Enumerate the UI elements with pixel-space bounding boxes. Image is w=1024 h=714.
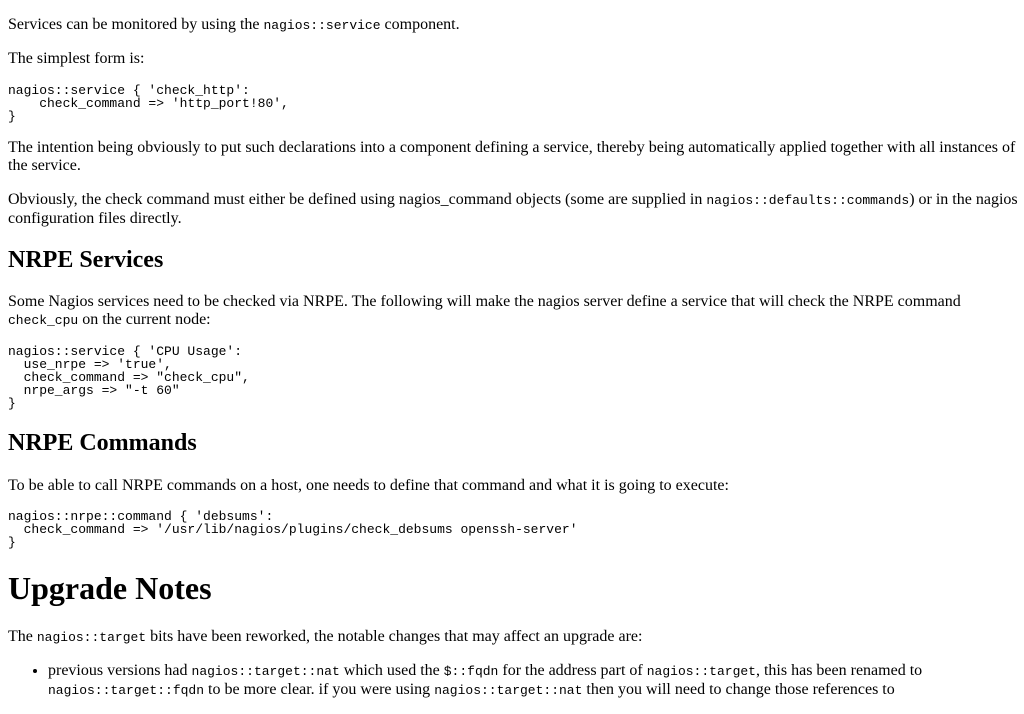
- inline-code: nagios::target: [646, 664, 756, 679]
- intro-paragraph-2: The simplest form is:: [8, 50, 145, 67]
- intro-paragraph-1: Services can be monitored by using the n…: [8, 16, 460, 35]
- intro-text: Services can be monitored by using the: [8, 16, 264, 33]
- upgrade-paragraph: The nagios::target bits have been rework…: [8, 628, 642, 647]
- list-item-text: which used the: [339, 662, 444, 679]
- paragraph-text: Some Nagios services need to be checked …: [8, 293, 961, 310]
- intro-paragraph-4: Obviously, the check command must either…: [8, 191, 1020, 228]
- list-item: previous versions had nagios::target::na…: [48, 662, 1020, 700]
- list-item-text: for the address part of: [498, 662, 647, 679]
- inline-code: nagios::target::fqdn: [48, 683, 205, 698]
- list-item-text: previous versions had: [48, 662, 192, 679]
- inline-code: nagios::target::nat: [191, 664, 340, 679]
- paragraph-text: The: [8, 628, 37, 645]
- list-item-text: then you will need to change those refer…: [582, 681, 895, 698]
- paragraph-text: bits have been reworked, the notable cha…: [146, 628, 643, 645]
- inline-code-nagios-defaults-commands: nagios::defaults::commands: [706, 193, 910, 208]
- code-block-debsums: nagios::nrpe::command { 'debsums': check…: [8, 509, 578, 550]
- code-block-cpu-usage: nagios::service { 'CPU Usage': use_nrpe …: [8, 344, 250, 411]
- list-item-text: , this has been renamed to: [755, 662, 923, 679]
- list-item-text: to be more clear. if you were using: [204, 681, 435, 698]
- intro-text: Obviously, the check command must either…: [8, 191, 707, 208]
- code-block-check-http: nagios::service { 'check_http': check_co…: [8, 83, 289, 124]
- inline-code: nagios::target::nat: [434, 683, 583, 698]
- heading-nrpe-commands: NRPE Commands: [8, 430, 197, 456]
- nrpe-services-paragraph: Some Nagios services need to be checked …: [8, 293, 1020, 330]
- heading-upgrade-notes: Upgrade Notes: [8, 570, 212, 606]
- inline-code-nagios-target: nagios::target: [36, 630, 147, 645]
- inline-code-check-cpu: check_cpu: [8, 313, 79, 328]
- inline-code: $::fqdn: [443, 664, 499, 679]
- nrpe-commands-paragraph: To be able to call NRPE commands on a ho…: [8, 477, 729, 494]
- inline-code-nagios-service: nagios::service: [263, 18, 381, 33]
- upgrade-notes-list: previous versions had nagios::target::na…: [8, 662, 1020, 700]
- intro-text: component.: [380, 16, 460, 33]
- intro-paragraph-3: The intention being obviously to put suc…: [8, 139, 1016, 174]
- heading-nrpe-services: NRPE Services: [8, 247, 164, 273]
- paragraph-text: on the current node:: [78, 311, 211, 328]
